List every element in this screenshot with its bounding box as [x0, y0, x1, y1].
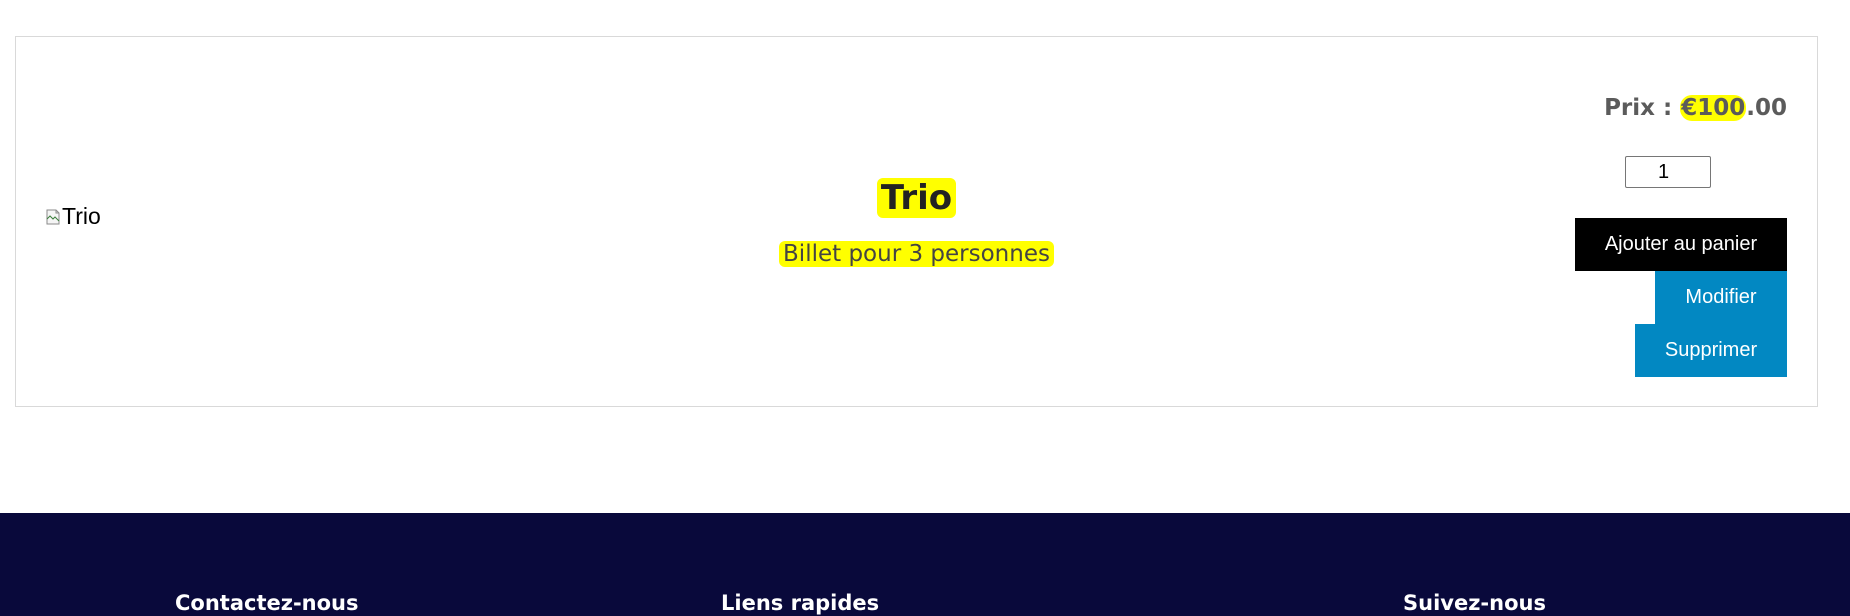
footer-contact-heading: Contactez-nous: [175, 591, 359, 615]
product-description: Billet pour 3 personnes: [779, 241, 1054, 267]
footer-links-heading: Liens rapides: [721, 591, 880, 615]
price-decimal: .00: [1746, 95, 1787, 121]
product-title: Trio: [876, 178, 957, 218]
product-title-wrapper: Trio: [16, 175, 1817, 221]
add-to-cart-button[interactable]: Ajouter au panier: [1575, 218, 1787, 271]
price-label: Prix :: [1604, 95, 1681, 121]
price-currency: €: [1681, 95, 1698, 121]
product-description-wrapper: Billet pour 3 personnes: [16, 237, 1817, 271]
price-highlighted-value: €100: [1680, 95, 1747, 121]
edit-button[interactable]: Modifier: [1655, 271, 1787, 324]
price-whole: 100: [1697, 95, 1746, 121]
footer-follow-heading: Suivez-nous: [1403, 591, 1546, 615]
delete-button[interactable]: Supprimer: [1635, 324, 1787, 377]
site-footer: Contactez-nous Liens rapides Suivez-nous: [0, 513, 1850, 616]
product-card: Trio Trio Billet pour 3 personnes Prix :…: [15, 36, 1818, 407]
quantity-input[interactable]: [1625, 156, 1711, 188]
product-info: Trio Billet pour 3 personnes: [16, 175, 1817, 271]
product-price: Prix : €100.00: [1604, 92, 1787, 124]
